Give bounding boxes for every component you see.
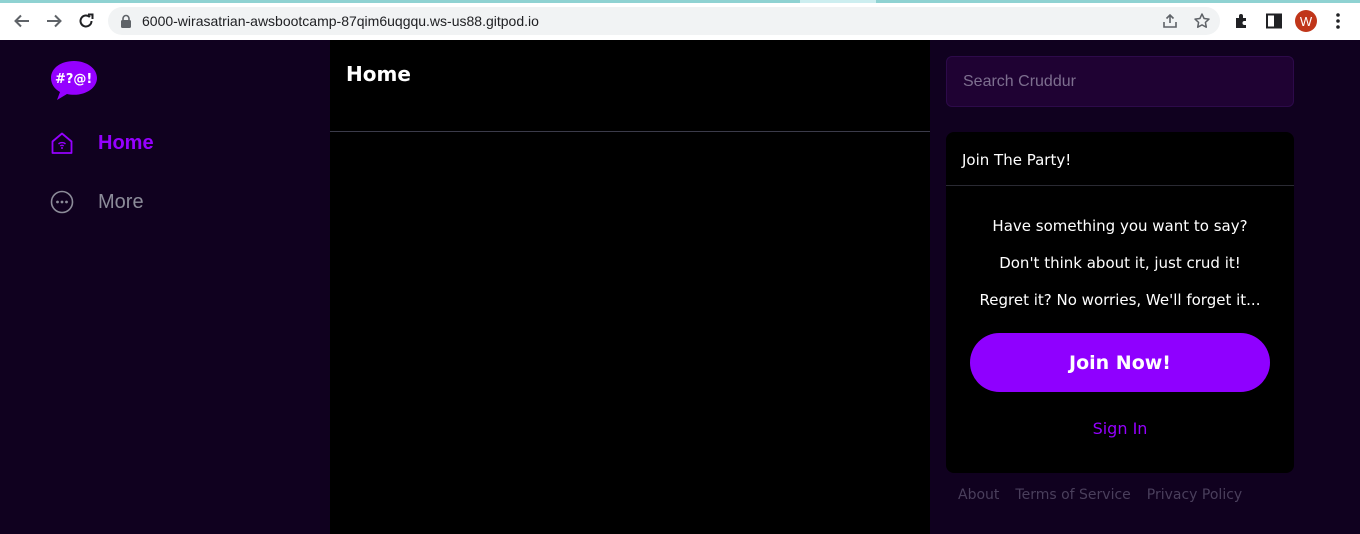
page-title: Home [346, 62, 411, 86]
kebab-menu-icon[interactable] [1329, 11, 1347, 31]
more-icon [50, 190, 74, 214]
active-tab[interactable] [800, 0, 876, 3]
sidebar-item-label: Home [98, 131, 154, 154]
tab-strip [0, 0, 1360, 3]
cruddur-app: #?@! Home More Home Join The Party! Have… [0, 40, 1360, 534]
sidebar-item-more[interactable]: More [50, 187, 144, 217]
address-bar[interactable]: 6000-wirasatrian-awsbootcamp-87qim6uqgqu… [108, 7, 1220, 35]
side-panel-icon[interactable] [1265, 12, 1283, 30]
forward-button[interactable] [42, 9, 66, 33]
cruddur-logo[interactable]: #?@! [50, 59, 98, 101]
lock-icon [121, 14, 131, 28]
share-icon[interactable] [1161, 12, 1179, 30]
feed-header: Home [330, 40, 930, 132]
reload-icon [79, 13, 94, 28]
sign-in-link[interactable]: Sign In [946, 419, 1294, 438]
sidebar-item-home[interactable]: Home [50, 128, 154, 158]
url-text: 6000-wirasatrian-awsbootcamp-87qim6uqgqu… [142, 13, 539, 29]
sidebar: #?@! Home More [0, 40, 330, 534]
home-icon [50, 131, 74, 155]
join-line: Don't think about it, just crud it! [999, 254, 1241, 272]
arrow-left-icon [14, 14, 29, 28]
footer-link-privacy[interactable]: Privacy Policy [1147, 487, 1242, 503]
profile-avatar[interactable]: W [1295, 10, 1317, 32]
search-input[interactable] [946, 56, 1294, 107]
browser-toolbar: 6000-wirasatrian-awsbootcamp-87qim6uqgqu… [0, 0, 1360, 40]
back-button[interactable] [10, 9, 34, 33]
right-column: Join The Party! Have something you want … [930, 40, 1360, 534]
sidebar-item-label: More [98, 190, 144, 213]
join-card-title: Join The Party! [946, 132, 1294, 186]
extensions-icon[interactable] [1233, 12, 1251, 30]
logo-text: #?@! [55, 72, 92, 87]
reload-button[interactable] [74, 9, 98, 33]
activity-feed: Home [330, 40, 930, 534]
footer-links: About Terms of Service Privacy Policy [958, 487, 1242, 503]
footer-link-about[interactable]: About [958, 487, 999, 503]
bookmark-star-icon[interactable] [1193, 12, 1211, 30]
join-party-card: Join The Party! Have something you want … [946, 132, 1294, 473]
join-now-button[interactable]: Join Now! [970, 333, 1270, 392]
footer-link-terms[interactable]: Terms of Service [1015, 487, 1130, 503]
arrow-right-icon [47, 14, 62, 28]
join-line: Have something you want to say? [992, 217, 1248, 235]
join-line: Regret it? No worries, We'll forget it..… [979, 291, 1261, 309]
